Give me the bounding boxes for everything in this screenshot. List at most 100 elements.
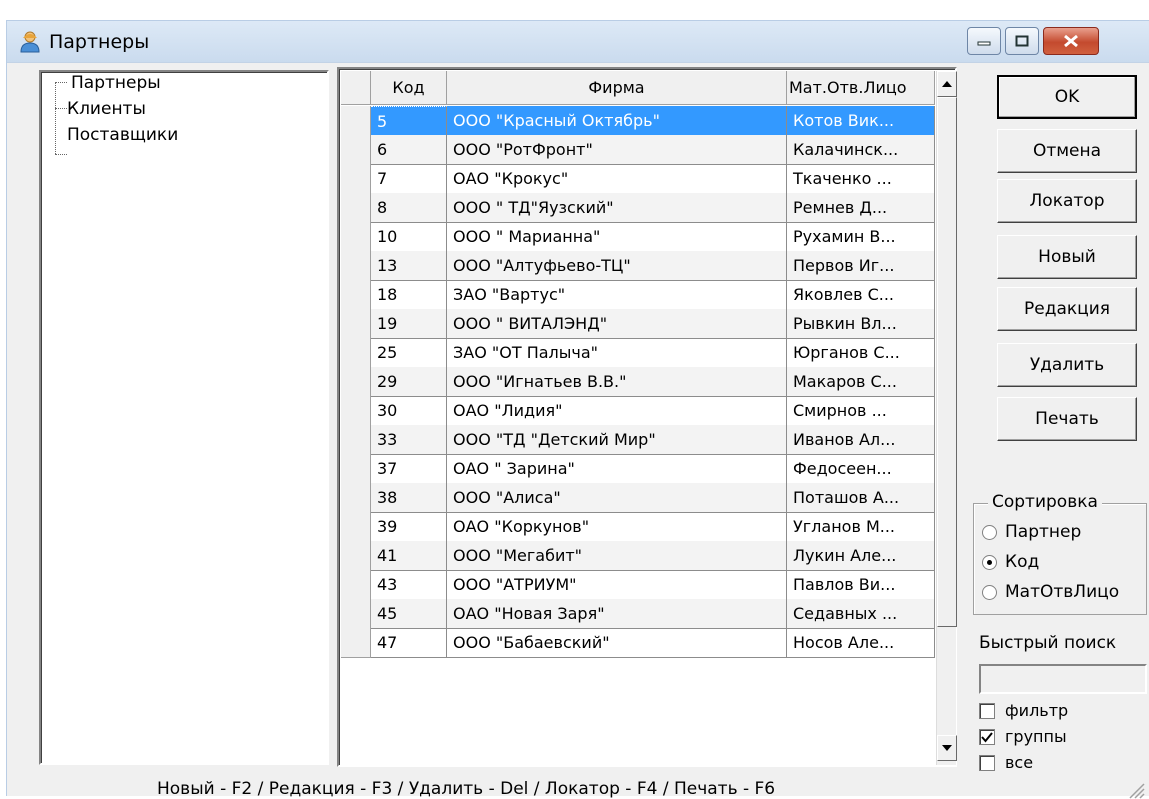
sort-option-person[interactable]: МатОтвЛицо	[982, 582, 1119, 602]
table-row[interactable]: 33 ООО "ТД "Детский Мир" Иванов Ал...	[341, 425, 935, 455]
groups-checkbox[interactable]	[979, 728, 995, 745]
all-checkbox-row[interactable]: все	[979, 753, 1033, 772]
cell-firm[interactable]: ОАО " Зарина"	[447, 454, 787, 484]
cancel-button[interactable]: Отмена	[997, 129, 1137, 173]
table-row[interactable]: 29 ООО "Игнатьев В.В." Макаров С...	[341, 367, 935, 397]
table-row[interactable]: 41 ООО "Мегабит" Лукин Але...	[341, 541, 935, 571]
ok-button[interactable]: OK	[997, 75, 1137, 119]
cell-person[interactable]: Ткаченко ...	[787, 164, 935, 194]
table-row[interactable]: 19 ООО " ВИТАЛЭНД" Рывкин Вл...	[341, 309, 935, 339]
cell-person[interactable]: Седавных ...	[787, 599, 935, 629]
cell-firm[interactable]: ООО " Марианна"	[447, 222, 787, 252]
title-bar[interactable]: Партнеры	[7, 21, 1149, 63]
table-row[interactable]: 43 ООО "АТРИУМ" Павлов Ви...	[341, 570, 935, 600]
cell-firm[interactable]: ООО "Красный Октябрь"	[447, 106, 787, 136]
cell-firm[interactable]: ООО "Игнатьев В.В."	[447, 367, 787, 397]
resize-grip-icon[interactable]	[1125, 779, 1145, 799]
tree-item-suppliers[interactable]: Поставщики	[67, 124, 178, 146]
cell-firm[interactable]: ОАО "Лидия"	[447, 396, 787, 426]
row-indicator[interactable]	[341, 280, 371, 310]
filter-checkbox-row[interactable]: фильтр	[979, 701, 1068, 720]
cell-code[interactable]: 7	[371, 164, 447, 194]
table-row[interactable]: 38 ООО "Алиса" Поташов А...	[341, 483, 935, 513]
row-indicator[interactable]	[341, 106, 371, 136]
cell-firm[interactable]: ООО "Алиса"	[447, 483, 787, 513]
cell-person[interactable]: Носов Але...	[787, 628, 935, 658]
filter-checkbox[interactable]	[979, 702, 995, 719]
cell-firm[interactable]: ОАО "Крокус"	[447, 164, 787, 194]
column-header-person[interactable]: Мат.Отв.Лицо	[787, 71, 935, 105]
delete-button[interactable]: Удалить	[997, 343, 1137, 387]
cell-person[interactable]: Ремнев Д...	[787, 193, 935, 223]
cell-person[interactable]: Яковлев С...	[787, 280, 935, 310]
row-indicator[interactable]	[341, 454, 371, 484]
edit-button[interactable]: Редакция	[997, 287, 1137, 331]
cell-person[interactable]: Смирнов ...	[787, 396, 935, 426]
table-row[interactable]: 7 ОАО "Крокус" Ткаченко ...	[341, 164, 935, 194]
cell-firm[interactable]: ООО "АТРИУМ"	[447, 570, 787, 600]
cell-person[interactable]: Угланов М...	[787, 512, 935, 542]
row-indicator[interactable]	[341, 309, 371, 339]
scroll-down-button[interactable]	[937, 735, 957, 761]
row-indicator[interactable]	[341, 483, 371, 513]
cell-code[interactable]: 8	[371, 193, 447, 223]
cell-person[interactable]: Котов Вик...	[787, 106, 935, 136]
row-indicator[interactable]	[341, 222, 371, 252]
cell-person[interactable]: Федосеен...	[787, 454, 935, 484]
cell-code[interactable]: 19	[371, 309, 447, 339]
cell-firm[interactable]: ООО "Алтуфьево-ТЦ"	[447, 251, 787, 281]
cell-person[interactable]: Рывкин Вл...	[787, 309, 935, 339]
cell-person[interactable]: Иванов Ал...	[787, 425, 935, 455]
cell-person[interactable]: Лукин Але...	[787, 541, 935, 571]
row-indicator[interactable]	[341, 541, 371, 571]
sort-option-partner[interactable]: Партнер	[982, 522, 1081, 542]
cell-code[interactable]: 43	[371, 570, 447, 600]
row-indicator[interactable]	[341, 425, 371, 455]
cell-code[interactable]: 45	[371, 599, 447, 629]
cell-code[interactable]: 10	[371, 222, 447, 252]
table-row[interactable]: 13 ООО "Алтуфьево-ТЦ" Первов Иг...	[341, 251, 935, 281]
scroll-thumb[interactable]	[937, 97, 957, 627]
cell-firm[interactable]: ООО "Мегабит"	[447, 541, 787, 571]
cell-person[interactable]: Макаров С...	[787, 367, 935, 397]
cell-code[interactable]: 33	[371, 425, 447, 455]
column-header-firm[interactable]: Фирма	[447, 71, 787, 105]
table-row[interactable]: 25 ЗАО "ОТ Палыча" Юрганов С...	[341, 338, 935, 368]
radio-button[interactable]	[982, 584, 997, 600]
cell-code[interactable]: 5	[371, 106, 447, 136]
new-button[interactable]: Новый	[997, 235, 1137, 279]
quick-search-input[interactable]	[979, 664, 1147, 694]
cell-person[interactable]: Поташов А...	[787, 483, 935, 513]
cell-firm[interactable]: ООО "РотФронт"	[447, 135, 787, 165]
cell-code[interactable]: 38	[371, 483, 447, 513]
cell-code[interactable]: 25	[371, 338, 447, 368]
cell-firm[interactable]: ЗАО "Вартус"	[447, 280, 787, 310]
cell-firm[interactable]: ООО "Бабаевский"	[447, 628, 787, 658]
cell-person[interactable]: Юрганов С...	[787, 338, 935, 368]
groups-checkbox-row[interactable]: группы	[979, 727, 1067, 746]
table-row[interactable]: 39 ОАО "Коркунов" Угланов М...	[341, 512, 935, 542]
row-indicator[interactable]	[341, 570, 371, 600]
cell-person[interactable]: Первов Иг...	[787, 251, 935, 281]
cell-code[interactable]: 29	[371, 367, 447, 397]
row-indicator[interactable]	[341, 367, 371, 397]
print-button[interactable]: Печать	[997, 397, 1137, 441]
column-header-code[interactable]: Код	[371, 71, 447, 105]
cell-code[interactable]: 13	[371, 251, 447, 281]
table-row[interactable]: 6 ООО "РотФронт" Калачинск...	[341, 135, 935, 165]
table-row[interactable]: 18 ЗАО "Вартус" Яковлев С...	[341, 280, 935, 310]
cell-code[interactable]: 41	[371, 541, 447, 571]
row-indicator[interactable]	[341, 599, 371, 629]
maximize-button[interactable]	[1005, 27, 1039, 55]
row-indicator[interactable]	[341, 512, 371, 542]
row-indicator[interactable]	[341, 251, 371, 281]
table-row[interactable]: 10 ООО " Марианна" Рухамин В...	[341, 222, 935, 252]
cell-code[interactable]: 37	[371, 454, 447, 484]
scroll-up-button[interactable]	[937, 71, 957, 97]
all-checkbox[interactable]	[979, 754, 995, 771]
row-indicator[interactable]	[341, 135, 371, 165]
cell-code[interactable]: 47	[371, 628, 447, 658]
radio-button[interactable]	[982, 524, 997, 540]
cell-firm[interactable]: ОАО "Новая Заря"	[447, 599, 787, 629]
radio-button[interactable]	[982, 554, 997, 570]
